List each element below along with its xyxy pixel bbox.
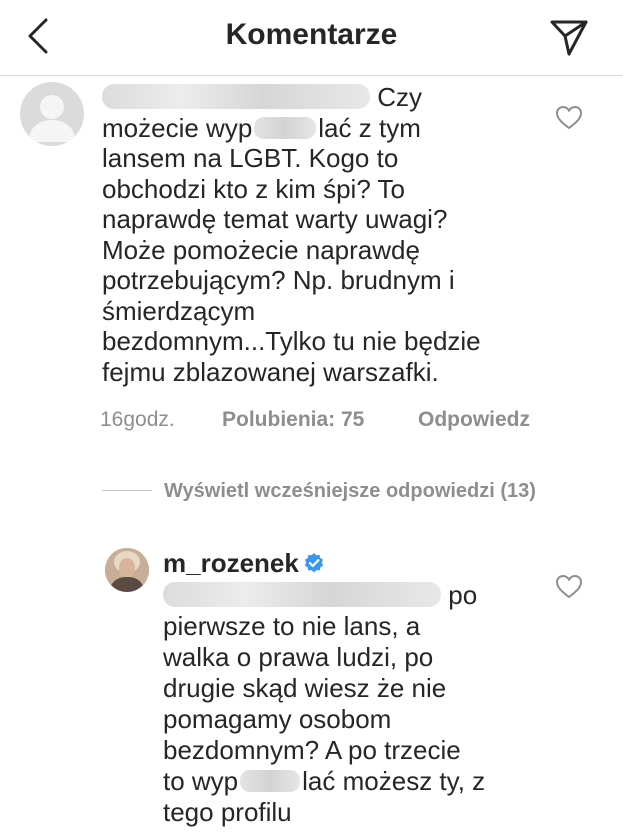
comment-text-line: obchodzi kto z kim śpi? To [102, 174, 405, 204]
verified-badge-icon [304, 553, 324, 573]
blurred-mention [163, 582, 441, 607]
heart-icon[interactable] [555, 105, 583, 131]
paper-plane-icon[interactable] [544, 12, 592, 60]
comment-text-line: śmierdzącym [102, 296, 256, 326]
heart-icon[interactable] [555, 574, 583, 600]
comment-text-line: to wyp lać możesz ty, z [163, 766, 486, 796]
page-title: Komentarze [225, 18, 398, 51]
comment-time: 16godz. [100, 408, 175, 431]
avatar[interactable] [20, 82, 84, 146]
comment-text-line: Czy [102, 82, 422, 113]
blurred-username [102, 84, 370, 109]
comment-username-line: m_rozenek [163, 548, 325, 579]
divider-line [102, 490, 152, 491]
likes-count[interactable]: Polubienia: 75 [222, 408, 364, 432]
censored-word [240, 770, 301, 792]
comment-text-line: Może pomożecie naprawdę [102, 235, 420, 265]
header-bar: Komentarze [0, 0, 623, 76]
avatar[interactable] [105, 548, 149, 592]
comment-text-line: lansem na LGBT. Kogo to [102, 143, 399, 173]
comment-text-line: po [163, 580, 477, 611]
comment-text-line: tego profilu [163, 797, 292, 827]
default-avatar-icon [28, 95, 76, 142]
comment-text-line: pierwsze to nie lans, a [163, 611, 421, 641]
view-replies-button[interactable]: Wyświetl wcześniejsze odpowiedzi (13) [102, 480, 536, 506]
comment-text-line: pomagamy osobom [163, 704, 392, 734]
comment-text-line: bezdomnym...Tylko tu nie będzie [102, 326, 481, 356]
comment-username[interactable]: m_rozenek [163, 548, 299, 578]
comment-text-line: możecie wyp lać z tym [102, 113, 421, 143]
comment-text-line: drugie skąd wiesz że nie [163, 673, 447, 703]
censored-word [254, 117, 317, 139]
comment-text-line: potrzebującym? Np. brudnym i [102, 265, 455, 295]
comment-text-line: fejmu zblazowanej warszafki. [102, 357, 439, 387]
comment-text-line: naprawdę temat warty uwagi? [102, 204, 448, 234]
comment-text-line: walka o prawa ludzi, po [163, 642, 434, 672]
reply-button[interactable]: Odpowiedz [418, 408, 530, 432]
comment-text-line: bezdomnym? A po trzecie [163, 735, 461, 765]
profile-photo [105, 548, 149, 592]
